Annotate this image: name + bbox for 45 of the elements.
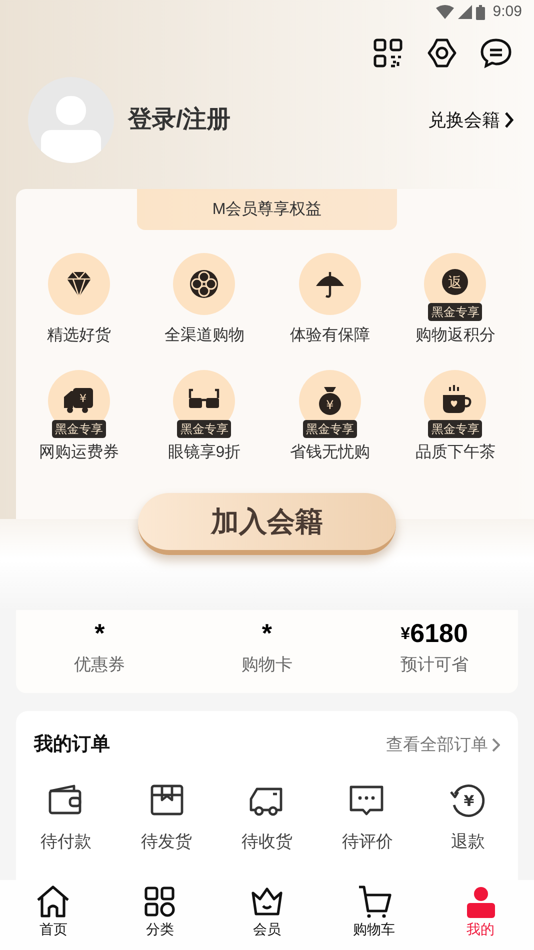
stat-label: 优惠券 bbox=[74, 654, 126, 676]
order-status-label[interactable]: 待发货 bbox=[141, 829, 192, 855]
chevron-right-icon[interactable] bbox=[504, 112, 514, 128]
stat-value: * bbox=[262, 617, 272, 650]
join-membership-button[interactable]: 加入会籍 bbox=[138, 493, 396, 555]
nav-tab[interactable]: 购物车 bbox=[320, 880, 428, 950]
signal-icon bbox=[458, 5, 472, 19]
benefit-label: 网购运费券 bbox=[38, 443, 119, 463]
nav-tab[interactable]: 会员 bbox=[214, 880, 320, 950]
message-icon[interactable] bbox=[480, 37, 512, 69]
order-status-label[interactable]: 待收货 bbox=[241, 829, 292, 855]
currency-sign: ¥ bbox=[400, 622, 410, 645]
exchange-link[interactable]: 兑换会籍 bbox=[428, 106, 500, 134]
orders-title: 我的订单 bbox=[34, 732, 110, 757]
stat-value: 6180 bbox=[410, 617, 468, 650]
benefit-label: 省钱无忧购 bbox=[290, 443, 370, 463]
benefit-label: 购物返积分 bbox=[415, 326, 496, 346]
exclusive-badge: 黑金专享 bbox=[177, 420, 232, 438]
home-icon bbox=[35, 884, 72, 920]
nav-tab[interactable]: 分类 bbox=[106, 880, 214, 950]
order-status-label[interactable]: 退款 bbox=[450, 829, 485, 855]
settings-icon[interactable] bbox=[426, 37, 458, 69]
benefits-title: M会员尊享权益 bbox=[137, 189, 397, 230]
exclusive-badge: 黑金专享 bbox=[52, 420, 106, 438]
order-status-label[interactable]: 待付款 bbox=[40, 829, 92, 855]
order-status-label[interactable]: 待评价 bbox=[342, 829, 393, 855]
benefit-label: 体验有保障 bbox=[290, 326, 370, 346]
benefit-label: 品质下午茶 bbox=[415, 443, 496, 463]
exclusive-badge: 黑金专享 bbox=[428, 420, 482, 438]
stat-label: 购物卡 bbox=[241, 654, 292, 676]
exclusive-badge: 黑金专享 bbox=[302, 420, 357, 438]
benefit-label: 全渠道购物 bbox=[164, 326, 244, 346]
wifi-icon bbox=[436, 5, 454, 19]
stat-value: * bbox=[94, 617, 105, 650]
login-link[interactable]: 登录/注册 bbox=[128, 102, 231, 138]
benefit-label: 眼镜享9折 bbox=[168, 443, 241, 463]
benefit-label: 精选好货 bbox=[46, 326, 111, 346]
nav-tab[interactable]: 我的 bbox=[427, 880, 534, 950]
status-time: 9:09 bbox=[492, 2, 522, 22]
view-all-orders-link[interactable]: 查看全部订单 bbox=[386, 732, 488, 758]
qr-code-icon[interactable] bbox=[372, 37, 404, 69]
stat-label: 预计可省 bbox=[400, 654, 468, 676]
battery-icon bbox=[476, 4, 485, 20]
nav-tab[interactable]: 首页 bbox=[0, 880, 107, 950]
exclusive-badge: 黑金专享 bbox=[428, 303, 482, 321]
